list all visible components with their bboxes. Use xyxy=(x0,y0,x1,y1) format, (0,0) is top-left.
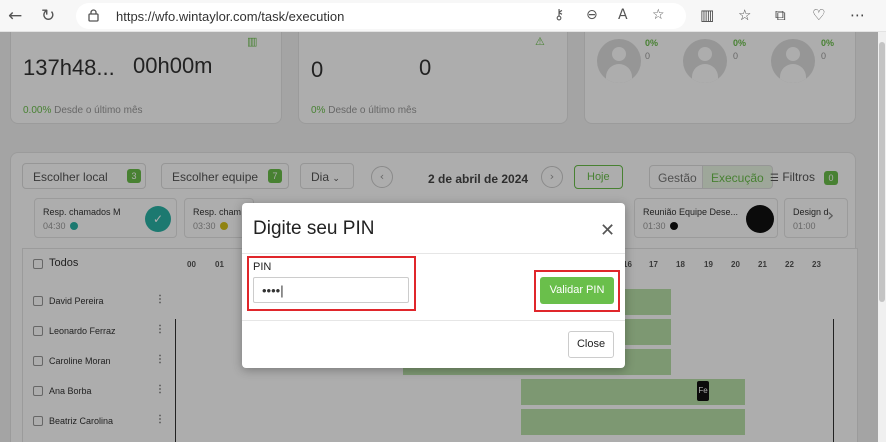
collections-icon[interactable]: ⧉ xyxy=(775,6,786,24)
pin-dialog: Digite seu PIN ✕ PIN Validar PIN Close xyxy=(242,203,625,368)
dialog-title: Digite seu PIN xyxy=(253,218,375,239)
key-icon[interactable]: ⚷ xyxy=(554,7,564,23)
url-text[interactable]: https://wfo.wintaylor.com/task/execution xyxy=(116,9,344,24)
reload-icon[interactable]: ↻ xyxy=(41,6,55,26)
browser-toolbar: ← ↻ https://wfo.wintaylor.com/task/execu… xyxy=(0,0,886,32)
favorites-bar-icon[interactable]: ☆ xyxy=(738,6,751,24)
scroll-thumb[interactable] xyxy=(879,42,885,302)
close-icon[interactable]: ✕ xyxy=(600,220,615,241)
validate-highlight xyxy=(534,270,620,312)
divider xyxy=(242,253,625,254)
more-icon[interactable]: ⋯ xyxy=(850,6,865,24)
read-aloud-icon[interactable]: A xyxy=(618,7,628,23)
close-button[interactable]: Close xyxy=(568,331,614,358)
favorite-icon[interactable]: ☆ xyxy=(652,7,665,23)
lock-icon[interactable] xyxy=(88,9,99,22)
page-scrollbar[interactable] xyxy=(878,32,886,442)
divider xyxy=(242,320,625,321)
heart-icon[interactable]: ♡ xyxy=(812,6,825,24)
back-icon[interactable]: ← xyxy=(8,6,22,26)
split-screen-icon[interactable]: ▥ xyxy=(700,6,714,24)
zoom-icon[interactable]: ⊖ xyxy=(586,7,598,23)
address-bar[interactable]: https://wfo.wintaylor.com/task/execution… xyxy=(76,3,686,29)
pin-highlight xyxy=(247,256,416,311)
